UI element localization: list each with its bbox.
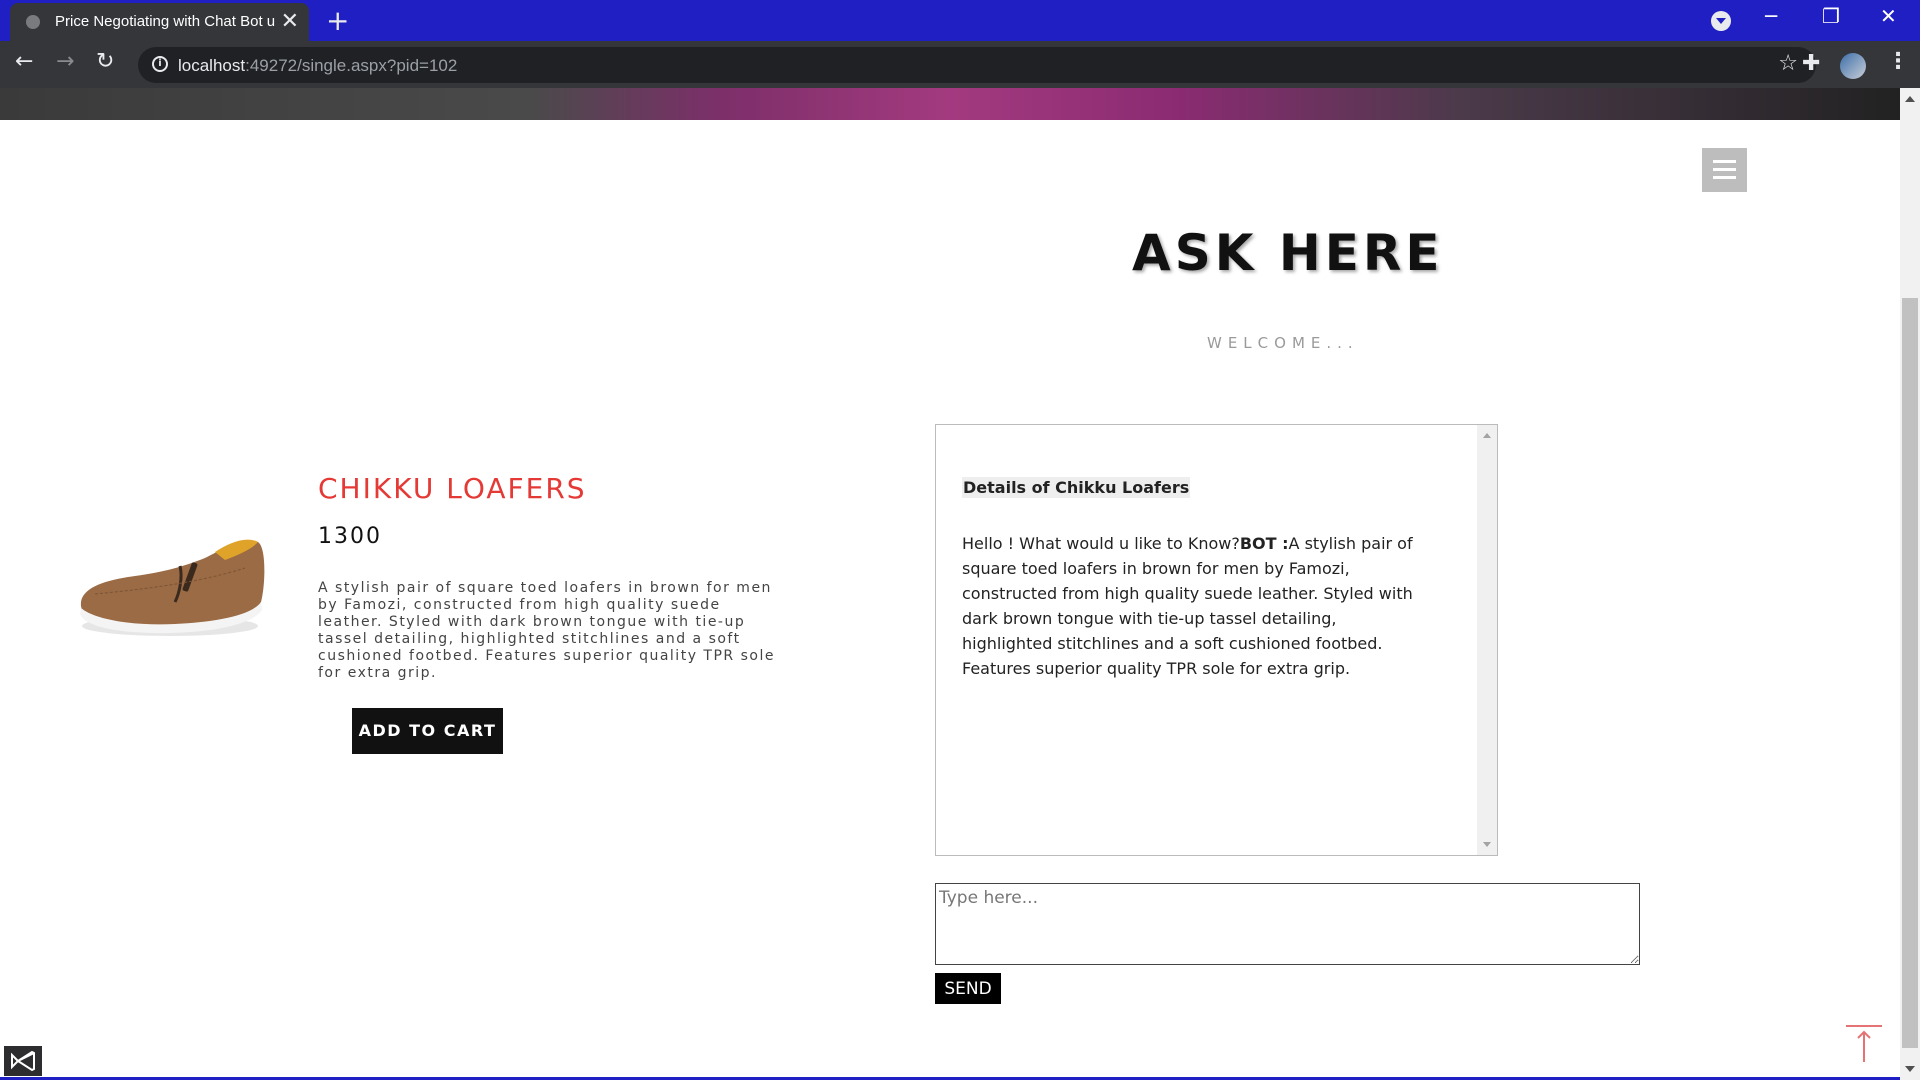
page-title: ASK HERE — [1132, 224, 1444, 282]
browser-menu-icon[interactable]: ⋮ — [1887, 49, 1909, 74]
bookmark-star-icon[interactable]: ☆ — [1778, 51, 1798, 76]
chat-heading: Details of Chikku Loafers — [962, 477, 1191, 498]
menu-line — [1713, 168, 1736, 171]
address-bar[interactable]: i localhost:49272/single.aspx?pid=102 ☆ — [138, 47, 1816, 83]
tab-search-icon[interactable] — [1711, 11, 1731, 31]
chat-message: Hello ! What would u like to Know?BOT :A… — [962, 531, 1427, 681]
menu-line — [1713, 160, 1736, 163]
browser-tab[interactable]: Price Negotiating with Chat Bot u ✕ — [10, 3, 309, 41]
scroll-down-arrow-icon[interactable] — [1483, 842, 1491, 847]
scroll-up-arrow-icon[interactable] — [1483, 433, 1491, 438]
hero-banner-image — [0, 88, 1900, 120]
back-arrow-icon[interactable]: ← — [15, 49, 33, 74]
page-scroll-thumb[interactable] — [1902, 298, 1918, 1048]
menu-line — [1713, 176, 1736, 179]
product-image — [80, 539, 265, 636]
welcome-subtitle: WELCOME... — [1207, 334, 1359, 352]
chat-scrollbar[interactable] — [1477, 425, 1497, 855]
bot-label: BOT : — [1239, 534, 1289, 553]
browser-toolbar: ← → ↻ i localhost:49272/single.aspx?pid=… — [0, 41, 1920, 88]
visual-studio-icon[interactable] — [4, 1046, 42, 1076]
extensions-puzzle-icon[interactable]: ✚ — [1802, 51, 1820, 76]
url-host: localhost — [178, 56, 246, 75]
site-info-icon[interactable]: i — [152, 56, 168, 72]
page-scroll-up-icon[interactable] — [1905, 96, 1915, 102]
reload-icon[interactable]: ↻ — [96, 49, 114, 74]
page-scroll-down-icon[interactable] — [1905, 1066, 1915, 1072]
page-viewport: ASK HERE WELCOME... CHIKKU LOAFERS 1300 … — [0, 88, 1900, 1080]
tab-close-icon[interactable]: ✕ — [281, 9, 299, 34]
bot-reply-text: A stylish pair of square toed loafers in… — [962, 534, 1413, 678]
new-tab-button[interactable]: + — [326, 4, 349, 37]
globe-icon — [26, 15, 40, 29]
back-to-top-icon[interactable] — [1844, 1024, 1884, 1064]
chat-input[interactable] — [935, 883, 1640, 965]
browser-tab-bar: Price Negotiating with Chat Bot u ✕ + ─ … — [0, 0, 1920, 41]
window-close-button[interactable]: ✕ — [1880, 4, 1897, 28]
product-price: 1300 — [318, 524, 382, 549]
url-text[interactable]: localhost:49272/single.aspx?pid=102 — [178, 56, 457, 76]
url-path: :49272/single.aspx?pid=102 — [245, 56, 458, 75]
minimize-button[interactable]: ─ — [1765, 4, 1777, 28]
profile-avatar[interactable] — [1840, 53, 1866, 79]
tab-title: Price Negotiating with Chat Bot u — [55, 13, 275, 30]
page-scrollbar[interactable] — [1900, 88, 1920, 1080]
add-to-cart-button[interactable]: ADD TO CART — [352, 708, 503, 754]
chat-transcript[interactable]: Details of Chikku Loafers Hello ! What w… — [935, 424, 1498, 856]
send-button[interactable]: SEND — [935, 973, 1001, 1004]
product-description: A stylish pair of square toed loafers in… — [318, 580, 775, 681]
forward-arrow-icon[interactable]: → — [56, 49, 74, 74]
product-name: CHIKKU LOAFERS — [318, 472, 587, 505]
hamburger-menu-button[interactable] — [1702, 148, 1747, 192]
restore-button[interactable]: ❐ — [1822, 4, 1840, 28]
user-prompt-text: Hello ! What would u like to Know? — [962, 534, 1240, 553]
